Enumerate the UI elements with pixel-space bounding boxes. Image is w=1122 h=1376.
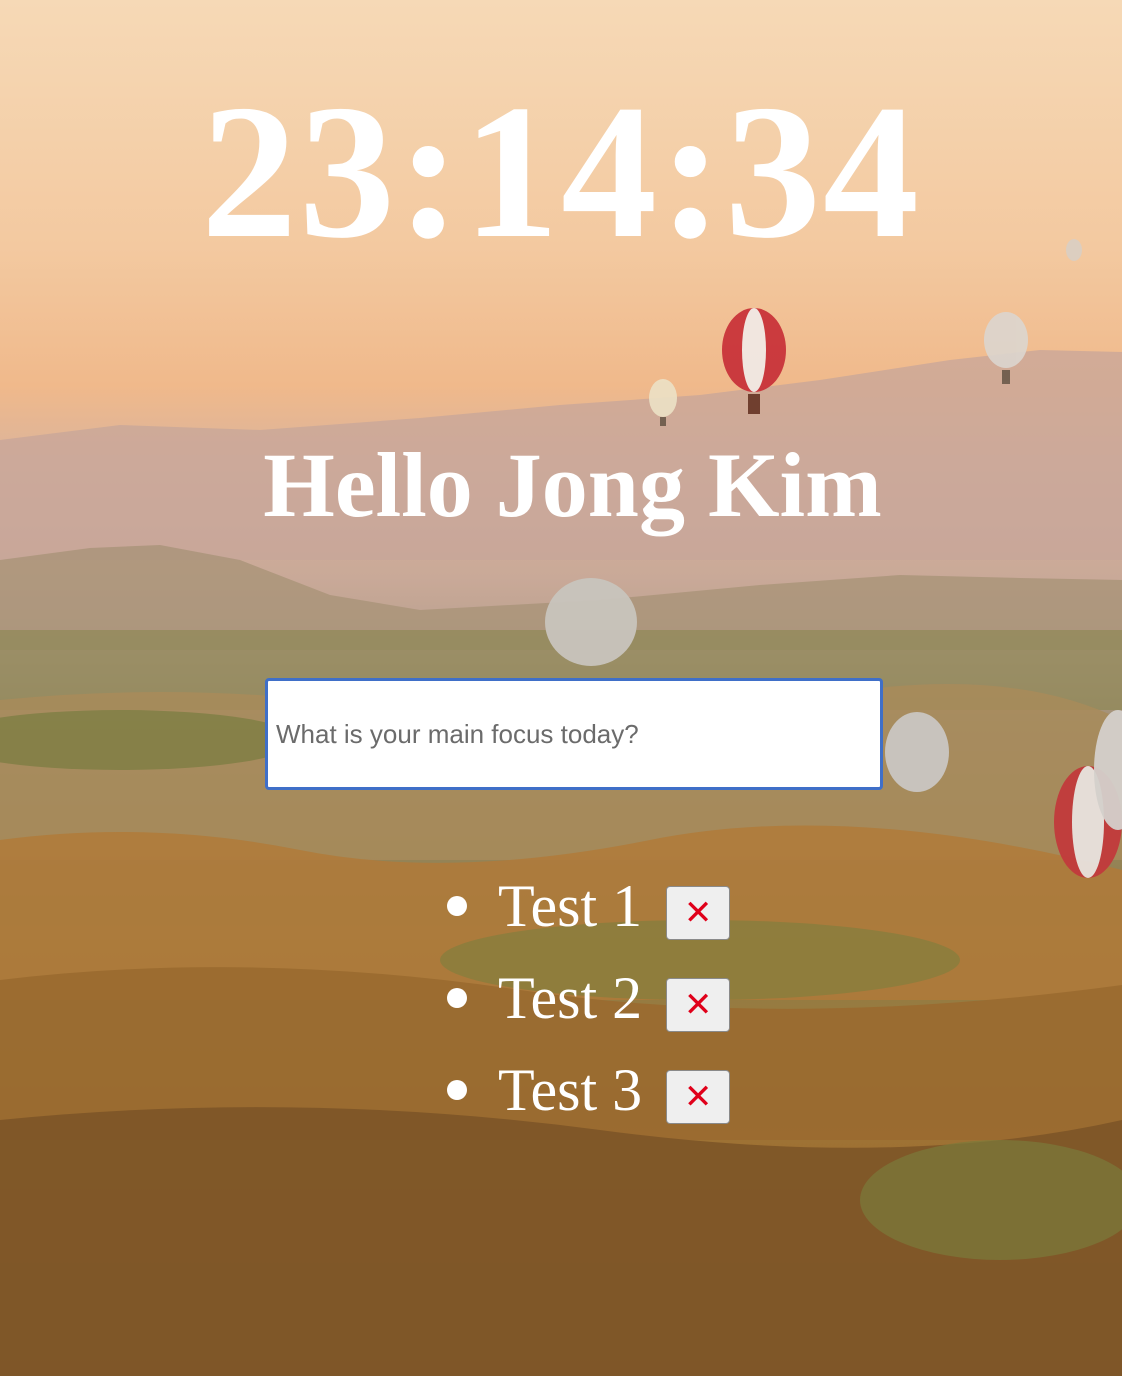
delete-todo-button[interactable]: ✕ xyxy=(666,978,731,1032)
focus-input[interactable] xyxy=(265,678,883,790)
close-icon: ✕ xyxy=(683,985,713,1025)
close-icon: ✕ xyxy=(683,893,713,933)
todo-label: Test 1 xyxy=(498,873,643,939)
todo-item: Test 3 ✕ xyxy=(440,1044,731,1136)
bullet-icon xyxy=(447,1080,467,1100)
todo-label: Test 3 xyxy=(498,1057,643,1123)
bullet-icon xyxy=(447,988,467,1008)
close-icon: ✕ xyxy=(683,1077,713,1117)
todo-list: Test 1 ✕ Test 2 ✕ Test 3 ✕ xyxy=(440,860,731,1136)
greeting-heading: Hello Jong Kim xyxy=(263,434,882,536)
todo-item: Test 1 ✕ xyxy=(440,860,731,952)
delete-todo-button[interactable]: ✕ xyxy=(666,1070,731,1124)
todo-item: Test 2 ✕ xyxy=(440,952,731,1044)
delete-todo-button[interactable]: ✕ xyxy=(666,886,731,940)
bullet-icon xyxy=(447,896,467,916)
clock-display: 23:14:34 xyxy=(201,65,921,278)
todo-label: Test 2 xyxy=(498,965,643,1031)
